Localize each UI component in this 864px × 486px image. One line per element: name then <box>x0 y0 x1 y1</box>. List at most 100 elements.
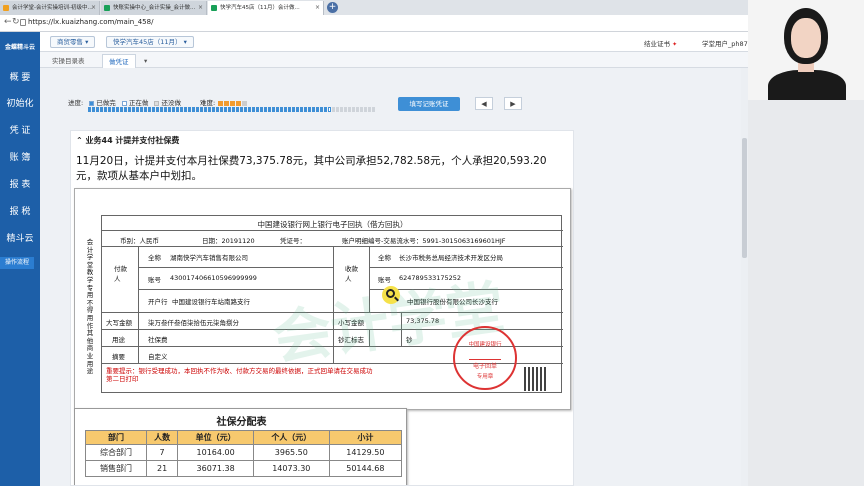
company-select[interactable]: 快学汽车45店（11月） ▾ <box>106 36 194 48</box>
progress-segment <box>284 107 287 112</box>
collapse-icon[interactable]: ⌃ <box>76 136 83 145</box>
seal-top-text: 中国建设银行 <box>468 342 502 348</box>
sidebar-item-tax[interactable]: 报 税 <box>0 204 40 217</box>
todo-swatch-icon <box>154 100 160 106</box>
payer-account-label: 账号 <box>148 276 161 284</box>
progress-segment <box>216 107 219 112</box>
progress-segment <box>220 107 223 112</box>
app-header: 商贸零售 ▾ 快学汽车45店（11月） ▾ 结业证书 ✦ 学堂用户_ph87 <box>40 32 748 52</box>
browser-tab[interactable]: 会计学堂-会计实操培训-初级中... × <box>0 1 100 15</box>
sidebar-item-report[interactable]: 报 表 <box>0 177 40 190</box>
sidebar-item-voucher[interactable]: 凭 证 <box>0 123 40 136</box>
progress-segment <box>132 107 135 112</box>
progress-segment <box>100 107 103 112</box>
progress-segment <box>256 107 259 112</box>
progress-segment <box>228 107 231 112</box>
prev-task-button[interactable]: ◀ <box>475 97 493 110</box>
social-security-allocation-table-image[interactable]: 社保分配表 部门 人数 单位（元） 个人（元） 小计 综合部门 7 10164.… <box>74 408 407 485</box>
progress-segment <box>344 107 347 112</box>
sidebar-item-init[interactable]: 初始化 <box>0 96 40 109</box>
task-title-text: 业务44 计提并支付社保费 <box>85 136 180 145</box>
certificate-link[interactable]: 结业证书 ✦ <box>644 38 677 48</box>
difficulty-star-icon <box>242 100 248 106</box>
progress-segment <box>348 107 351 112</box>
difficulty-label: 难度: <box>200 99 216 107</box>
progress-segment <box>244 107 247 112</box>
tab-practice-index[interactable]: 实操目录表 <box>46 54 91 68</box>
close-tab-icon[interactable]: × <box>198 1 203 15</box>
progress-segment <box>300 107 303 112</box>
progress-segment <box>364 107 367 112</box>
column-header: 人数 <box>145 430 179 445</box>
site-favicon-icon <box>3 5 9 11</box>
sidebar-item-overview[interactable]: 概 要 <box>0 70 40 83</box>
sidebar-item-cloud[interactable]: 精斗云 <box>0 231 40 244</box>
site-favicon-icon <box>104 5 110 11</box>
progress-segment <box>172 107 175 112</box>
zoom-in-icon[interactable] <box>382 286 400 304</box>
table-row: 销售部门 21 36071.38 14073.30 50144.68 <box>85 460 403 477</box>
payer-bank-label: 开户行 <box>148 298 168 306</box>
progress-segment <box>304 107 307 112</box>
content-scrollbar[interactable] <box>741 68 748 486</box>
difficulty-star-icon <box>218 100 224 106</box>
back-icon[interactable]: ← <box>4 17 12 27</box>
close-tab-icon[interactable]: × <box>315 1 320 15</box>
memo-label: 摘要 <box>112 353 125 361</box>
progress-segment <box>272 107 275 112</box>
progress-segment <box>312 107 315 112</box>
task-description: 11月20日，计提并支付本月社保费73,375.78元，其中公司承担52,782… <box>76 155 547 182</box>
difficulty-star-icon <box>236 100 242 106</box>
bank-seal-stamp: 中国建设银行 电子回单 专用章 <box>453 326 517 390</box>
presenter-body <box>768 70 846 100</box>
right-gray-area <box>748 100 864 486</box>
progress-segment <box>92 107 95 112</box>
browser-tab-title: 会计学堂-会计实操培训-初级中... <box>12 5 93 11</box>
progress-segment <box>296 107 299 112</box>
progress-segment <box>128 107 131 112</box>
legend-doing: 正在做 <box>128 99 149 107</box>
legend-done: 已做完 <box>96 99 116 107</box>
browser-tab[interactable]: 快账实操中心_会计实操_会计做... × <box>101 1 207 15</box>
tab-make-voucher[interactable]: 做凭证 <box>102 54 136 68</box>
receipt-side-watermark: 会计学堂教学专用不得用作其他商业用途 <box>86 238 94 376</box>
tab-dropdown-icon[interactable]: ▾ <box>138 54 153 68</box>
scrollbar-thumb[interactable] <box>742 138 747 258</box>
next-task-button[interactable]: ▶ <box>504 97 522 110</box>
sidebar-item-ledger[interactable]: 账 簿 <box>0 150 40 163</box>
progress-segment <box>324 107 327 112</box>
progress-segment <box>204 107 207 112</box>
difficulty-star-icon <box>230 100 236 106</box>
qr-code-icon <box>524 367 548 391</box>
progress-segment <box>156 107 159 112</box>
operation-flow-button[interactable]: 操作流程 <box>0 257 34 269</box>
user-name[interactable]: 学堂用户_ph87 <box>702 38 748 48</box>
refresh-icon[interactable]: ↻ <box>12 17 20 27</box>
progress-bar <box>88 107 378 112</box>
payer-name: 湖南快学汽车销售有限公司 <box>170 254 248 262</box>
receipt-voucher-no: 凭证号： <box>280 237 306 245</box>
bank-receipt-image[interactable]: 会计学堂教学专用不得用作其他商业用途 中国建设银行网上银行电子回执（借方回执） … <box>74 188 571 410</box>
progress-segment <box>112 107 115 112</box>
progress-segment <box>368 107 371 112</box>
progress-segment <box>240 107 243 112</box>
legend-todo: 还没做 <box>161 99 181 107</box>
purpose-label: 用途 <box>112 336 125 344</box>
allocation-title: 社保分配表 <box>216 417 267 428</box>
address-bar: ← ↻ https://lx.kuaizhang.com/main_458/ <box>0 15 864 32</box>
table-cell: 14129.50 <box>328 444 403 461</box>
presenter-face <box>791 18 821 58</box>
progress-segment <box>108 107 111 112</box>
receipt-warning: 重要提示：银行受理成功，本回执不作为收、付款方交易的最终依据，正式回单请在交易成… <box>106 367 373 383</box>
progress-segment <box>164 107 167 112</box>
progress-segment <box>212 107 215 112</box>
browser-tab-active[interactable]: 快学汽车45店（11月）会计做... × <box>208 1 324 15</box>
url-input[interactable]: https://lx.kuaizhang.com/main_458/ <box>28 18 153 26</box>
close-tab-icon[interactable]: × <box>91 1 96 15</box>
progress-segment <box>184 107 187 112</box>
fill-voucher-button[interactable]: 填写记账凭证 <box>398 97 460 111</box>
industry-select[interactable]: 商贸零售 ▾ <box>50 36 96 48</box>
sidebar: 金蝶精斗云 概 要 初始化 凭 证 账 簿 报 表 报 税 精斗云 操作流程 <box>0 32 40 486</box>
progress-segment <box>336 107 339 112</box>
new-tab-button[interactable]: + <box>327 2 338 13</box>
